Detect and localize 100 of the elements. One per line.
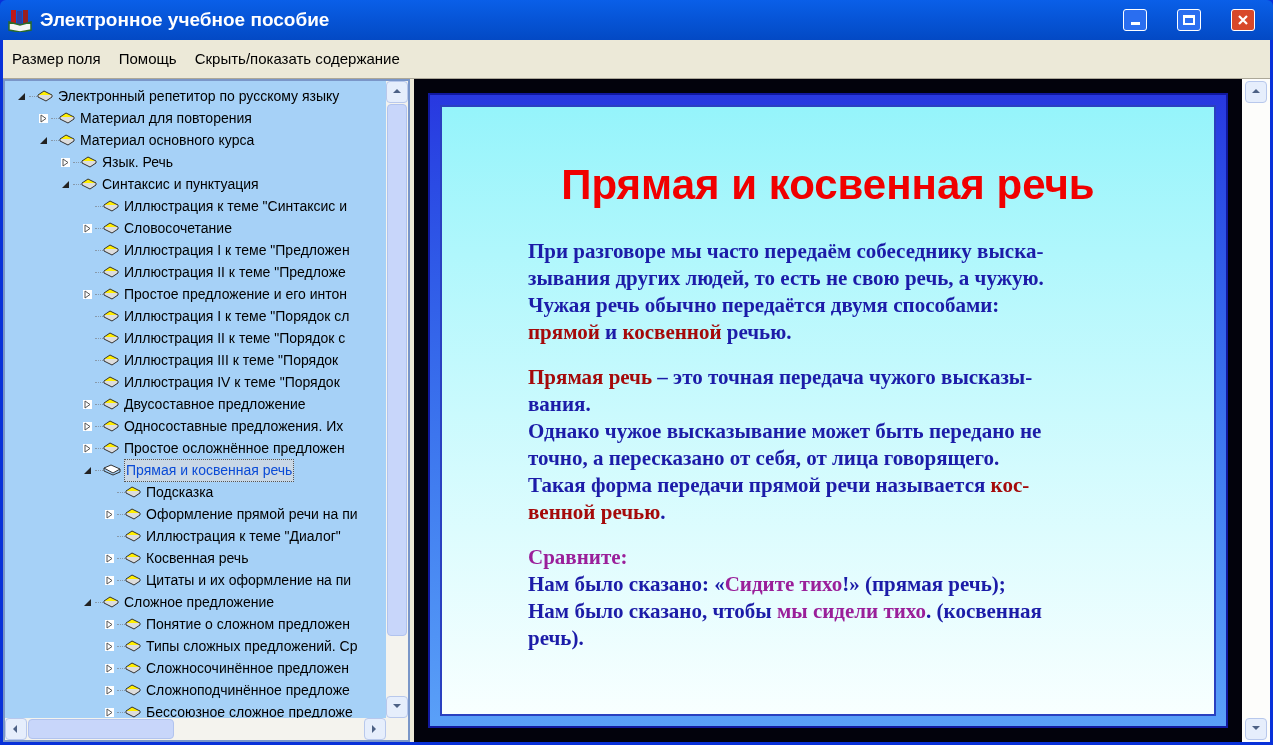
book-icon bbox=[125, 530, 141, 542]
collapse-icon[interactable] bbox=[61, 179, 70, 189]
expand-icon[interactable] bbox=[83, 443, 92, 453]
tree-item[interactable]: Иллюстрация к теме "Синтаксис и bbox=[122, 194, 350, 218]
slide-text-line: Прямая речь – это точная передача чужого высказы- bbox=[528, 364, 1034, 391]
tree-item[interactable]: Косвенная речь bbox=[144, 546, 251, 570]
expand-icon[interactable] bbox=[105, 553, 114, 563]
collapse-icon[interactable] bbox=[39, 135, 48, 145]
scroll-up-button[interactable] bbox=[386, 81, 408, 103]
expand-icon[interactable] bbox=[105, 619, 114, 629]
book-icon bbox=[125, 508, 141, 520]
close-icon bbox=[1237, 14, 1249, 26]
book-icon bbox=[103, 332, 119, 344]
expand-icon[interactable] bbox=[105, 685, 114, 695]
collapse-icon[interactable] bbox=[83, 597, 92, 607]
slide-text-line: Нам было сказано, чтобы мы сидели тихо. (косвенная bbox=[528, 598, 1043, 625]
scrollbar-thumb[interactable] bbox=[28, 719, 174, 739]
book-icon bbox=[125, 684, 141, 696]
book-icon bbox=[125, 706, 141, 718]
book-icon bbox=[125, 552, 141, 564]
slide-text-line: зывания других людей, то есть не свою речь, а чужую. bbox=[528, 265, 1045, 292]
book-icon bbox=[103, 354, 119, 366]
horizontal-scrollbar[interactable] bbox=[5, 718, 408, 740]
tree-item[interactable]: Словосочетание bbox=[122, 216, 234, 240]
expand-icon[interactable] bbox=[105, 575, 114, 585]
expand-icon[interactable] bbox=[105, 707, 114, 717]
tree-item[interactable]: Подсказка bbox=[144, 480, 216, 504]
expand-icon[interactable] bbox=[105, 509, 114, 519]
tree-item[interactable]: Простое осложнённое предложен bbox=[122, 436, 347, 460]
book-icon bbox=[103, 420, 119, 432]
tree-item[interactable]: Иллюстрация к теме "Диалог" bbox=[144, 524, 343, 548]
book-icon bbox=[59, 134, 75, 146]
tree-item[interactable]: Типы сложных предложений. Ср bbox=[144, 634, 360, 658]
menu-item[interactable]: Скрыть/показать содержание bbox=[194, 47, 400, 71]
tree-item[interactable]: Иллюстрация III к теме "Порядок bbox=[122, 348, 341, 372]
tree-item[interactable]: Электронный репетитор по русскому языку bbox=[56, 84, 342, 108]
book-icon bbox=[59, 112, 75, 124]
tree-item[interactable]: Иллюстрация II к теме "Порядок с bbox=[122, 326, 348, 350]
tree-item[interactable]: Материал для повторения bbox=[78, 106, 254, 130]
window-title: Электронное учебное пособие bbox=[40, 7, 331, 32]
tree-item[interactable]: Двусоставное предложение bbox=[122, 392, 308, 416]
tree-item[interactable]: Синтаксис и пунктуация bbox=[100, 172, 261, 196]
expand-icon[interactable] bbox=[83, 223, 92, 233]
slide-text-line: точно, а пересказано от себя, от лица говорящего. bbox=[528, 445, 1001, 472]
scroll-down-button[interactable] bbox=[1245, 718, 1267, 740]
expand-icon[interactable] bbox=[83, 289, 92, 299]
tree-item[interactable]: Иллюстрация II к теме "Предложе bbox=[122, 260, 348, 284]
expand-icon[interactable] bbox=[83, 421, 92, 431]
slide-text-line: Чужая речь обычно передаётся двумя способами: bbox=[528, 292, 1001, 319]
collapse-icon[interactable] bbox=[83, 465, 92, 475]
book-icon bbox=[103, 376, 119, 388]
book-icon bbox=[125, 662, 141, 674]
scrollbar-thumb[interactable] bbox=[387, 104, 407, 636]
scroll-left-button[interactable] bbox=[5, 718, 27, 740]
book-icon bbox=[103, 310, 119, 322]
tree-item[interactable]: Иллюстрация I к теме "Порядок сл bbox=[122, 304, 352, 328]
book-icon bbox=[103, 222, 119, 234]
slide-text-line: венной речью. bbox=[528, 499, 667, 526]
slide-text-line: речь). bbox=[528, 625, 585, 652]
tree-item[interactable]: Материал основного курса bbox=[78, 128, 257, 152]
minimize-button[interactable] bbox=[1123, 9, 1147, 31]
scroll-up-button[interactable] bbox=[1245, 81, 1267, 103]
tree-item[interactable]: Иллюстрация IV к теме "Порядок bbox=[122, 370, 342, 394]
book-icon bbox=[125, 486, 141, 498]
tree-item[interactable]: Сложноподчинённое предложе bbox=[144, 678, 352, 702]
tree-item[interactable]: Оформление прямой речи на пи bbox=[144, 502, 360, 526]
tree-item[interactable]: Сложносочинённое предложен bbox=[144, 656, 351, 680]
open-book-icon bbox=[103, 464, 121, 476]
collapse-icon[interactable] bbox=[17, 91, 26, 101]
expand-icon[interactable] bbox=[105, 641, 114, 651]
expand-icon[interactable] bbox=[39, 113, 48, 123]
book-icon bbox=[103, 266, 119, 278]
slide-text-line: прямой и косвенной речью. bbox=[528, 319, 793, 346]
tree-item[interactable]: Односоставные предложения. Их bbox=[122, 414, 346, 438]
menu-item[interactable]: Размер поля bbox=[12, 47, 101, 71]
books-icon bbox=[8, 8, 32, 32]
tree-item[interactable]: Прямая и косвенная речь bbox=[124, 458, 295, 482]
scroll-down-button[interactable] bbox=[386, 696, 408, 718]
tree-item[interactable]: Понятие о сложном предложен bbox=[144, 612, 352, 636]
tree-item[interactable]: Иллюстрация I к теме "Предложен bbox=[122, 238, 352, 262]
slide-title: Прямая и косвенная речь bbox=[560, 160, 1096, 210]
book-icon bbox=[37, 90, 53, 102]
slide-text-line: Сравните: bbox=[528, 544, 629, 571]
expand-icon[interactable] bbox=[83, 399, 92, 409]
menu-item[interactable]: Помощь bbox=[118, 47, 177, 71]
tree-item[interactable]: Цитаты и их оформление на пи bbox=[144, 568, 354, 592]
tree-item[interactable]: Язык. Речь bbox=[100, 150, 176, 174]
book-icon bbox=[103, 442, 119, 454]
expand-icon[interactable] bbox=[105, 663, 114, 673]
vertical-scrollbar[interactable] bbox=[386, 81, 408, 718]
book-icon bbox=[125, 618, 141, 630]
tree-item[interactable]: Сложное предложение bbox=[122, 590, 277, 614]
expand-icon[interactable] bbox=[61, 157, 70, 167]
maximize-button[interactable] bbox=[1177, 9, 1201, 31]
book-icon bbox=[81, 156, 97, 168]
book-icon bbox=[125, 574, 141, 586]
tree-item[interactable]: Простое предложение и его интон bbox=[122, 282, 349, 306]
vertical-scrollbar[interactable] bbox=[1242, 79, 1270, 742]
close-button[interactable] bbox=[1231, 9, 1255, 31]
scroll-right-button[interactable] bbox=[364, 718, 386, 740]
